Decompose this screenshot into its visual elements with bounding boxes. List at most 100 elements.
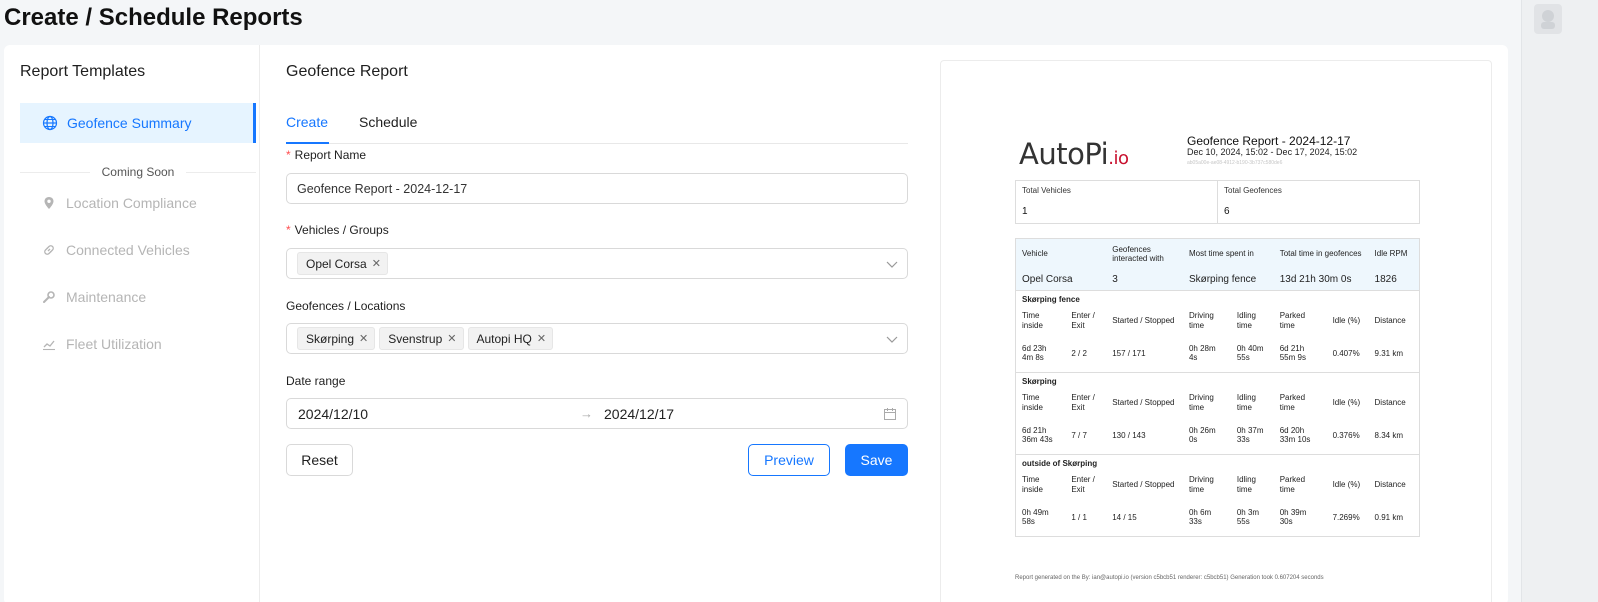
column-header: Vehicle bbox=[1022, 249, 1048, 259]
close-icon[interactable]: ✕ bbox=[447, 332, 456, 345]
group-column-header: Distance bbox=[1374, 315, 1406, 325]
globe-icon bbox=[42, 115, 58, 131]
group-column-header: Parked time bbox=[1279, 393, 1306, 412]
page-title: Create / Schedule Reports bbox=[4, 4, 303, 31]
table-row: 6d 23h 4m 8s 2 / 2 157 / 171 0h 28m 4s 0h 40… bbox=[1015, 334, 1420, 373]
table-cell: 6d 20h 33m 10s bbox=[1273, 416, 1327, 455]
table-cell: 0h 26m 0s bbox=[1182, 416, 1231, 455]
coming-soon-divider: Coming Soon bbox=[20, 161, 256, 183]
group-column-header: Enter / Exit bbox=[1071, 393, 1095, 412]
end-date-input[interactable]: 2024/12/17 bbox=[604, 406, 674, 422]
table-cell: 6d 21h 55m 9s bbox=[1273, 334, 1327, 373]
report-tabs: Create Schedule bbox=[286, 103, 908, 144]
table-cell: 0h 3m 55s bbox=[1230, 498, 1274, 537]
table-cell: 0h 37m 33s bbox=[1230, 416, 1274, 455]
sidebar-item-fleet-utilization: Fleet Utilization bbox=[42, 333, 162, 355]
group-column-header: Parked time bbox=[1279, 311, 1306, 330]
save-button[interactable]: Save bbox=[845, 444, 908, 476]
table-cell: 7.269% bbox=[1326, 498, 1369, 537]
table-cell: 0h 6m 33s bbox=[1182, 498, 1231, 537]
tab-schedule[interactable]: Schedule bbox=[359, 114, 417, 130]
close-icon[interactable]: ✕ bbox=[359, 332, 368, 345]
table-cell: 0h 49m 58s bbox=[1015, 498, 1066, 537]
vehicles-select[interactable]: Opel Corsa ✕ bbox=[286, 248, 908, 279]
date-range-label: Date range bbox=[286, 374, 346, 388]
column-header: Idle RPM bbox=[1374, 249, 1408, 259]
geofence-group-name: Skørping bbox=[1022, 377, 1057, 387]
group-column-header: Started / Stopped bbox=[1112, 479, 1175, 489]
wrench-icon bbox=[43, 291, 55, 303]
sidebar-item-connected-vehicles: Connected Vehicles bbox=[42, 239, 190, 261]
report-name-input[interactable]: Geofence Report - 2024-12-17 bbox=[286, 173, 908, 204]
group-column-header: Driving time bbox=[1188, 475, 1214, 494]
geofence-tag: Autopi HQ ✕ bbox=[467, 327, 554, 350]
geofence-group-header-row: Time inside Enter / Exit Started / Stopped… bbox=[1016, 389, 1420, 417]
table-cell: 9.31 km bbox=[1368, 334, 1420, 373]
column-header: Geofences interacted with bbox=[1112, 244, 1164, 263]
geofence-tag: Skørping ✕ bbox=[297, 327, 376, 350]
link-icon bbox=[44, 245, 54, 255]
table-row: 0h 49m 58s 1 / 1 14 / 15 0h 6m 33s 0h 3m 55s… bbox=[1015, 498, 1420, 537]
table-cell: 7 / 7 bbox=[1065, 416, 1107, 455]
report-title: Geofence Report - 2024-12-17 bbox=[1187, 134, 1351, 148]
preview-button[interactable]: Preview bbox=[748, 444, 830, 476]
map-pin-icon bbox=[44, 197, 54, 209]
group-column-header: Idling time bbox=[1236, 311, 1256, 330]
group-column-header: Distance bbox=[1374, 479, 1406, 489]
table-header-row: Vehicle Geofences interacted with Most t… bbox=[1015, 238, 1420, 269]
group-column-header: Time inside bbox=[1022, 311, 1043, 330]
table-cell: 0.376% bbox=[1326, 416, 1369, 455]
table-cell: 14 / 15 bbox=[1106, 498, 1183, 537]
table-cell: 0.407% bbox=[1326, 334, 1369, 373]
avatar[interactable] bbox=[1534, 4, 1562, 34]
sidebar-item-geofence-summary[interactable]: Geofence Summary bbox=[20, 103, 256, 143]
group-column-header: Distance bbox=[1374, 397, 1406, 407]
table-cell: 0h 40m 55s bbox=[1230, 334, 1274, 373]
geofence-group-header-row: Time inside Enter / Exit Started / Stopped… bbox=[1016, 307, 1420, 335]
date-range-picker[interactable]: 2024/12/10 → 2024/12/17 bbox=[286, 398, 908, 429]
table-cell: 1 / 1 bbox=[1065, 498, 1107, 537]
chevron-down-icon bbox=[886, 336, 898, 343]
geofence-group-header-row: Time inside Enter / Exit Started / Stopped… bbox=[1016, 471, 1420, 499]
main-card: Report Templates Geofence Summary Coming… bbox=[4, 45, 1508, 602]
reset-button[interactable]: Reset bbox=[286, 444, 353, 476]
coming-soon-label: Coming Soon bbox=[101, 165, 175, 179]
sidebar-item-label: Maintenance bbox=[66, 289, 147, 305]
close-icon[interactable]: ✕ bbox=[537, 332, 546, 345]
sidebar-title: Report Templates bbox=[20, 63, 146, 80]
close-icon[interactable]: ✕ bbox=[372, 257, 381, 270]
required-marker: * bbox=[286, 148, 291, 162]
group-column-header: Idle (%) bbox=[1332, 479, 1361, 489]
report-templates-sidebar: Report Templates Geofence Summary Coming… bbox=[4, 45, 260, 602]
report-date-range: Dec 10, 2024, 15:02 - Dec 17, 2024, 15:0… bbox=[1187, 147, 1358, 157]
user-avatar-icon bbox=[1541, 10, 1555, 29]
group-column-header: Driving time bbox=[1188, 311, 1214, 330]
table-cell: 157 / 171 bbox=[1106, 334, 1183, 373]
geofences-label: Geofences / Locations bbox=[286, 299, 406, 313]
start-date-input[interactable]: 2024/12/10 bbox=[298, 406, 368, 422]
sidebar-item-label: Location Compliance bbox=[66, 195, 197, 211]
vehicles-label: * Vehicles / Groups bbox=[286, 223, 389, 237]
sidebar-item-label: Geofence Summary bbox=[67, 115, 192, 131]
column-header: Total time in geofences bbox=[1279, 249, 1362, 259]
autopi-logo: AutoPi.io bbox=[1019, 137, 1129, 171]
geofence-tag: Svenstrup ✕ bbox=[379, 327, 464, 350]
report-name-label: * Report Name bbox=[286, 148, 367, 162]
table-cell: 0h 39m 30s bbox=[1273, 498, 1327, 537]
report-table: Vehicle Geofences interacted with Most t… bbox=[1015, 238, 1420, 537]
table-cell: 0.91 km bbox=[1368, 498, 1420, 537]
calendar-icon bbox=[884, 408, 896, 420]
group-column-header: Time inside bbox=[1022, 393, 1043, 412]
sidebar-item-label: Connected Vehicles bbox=[66, 242, 190, 258]
sidebar-item-maintenance: Maintenance bbox=[42, 286, 146, 308]
summary-total-geofences: Total Geofences 6 bbox=[1217, 181, 1419, 223]
required-marker: * bbox=[286, 223, 291, 237]
report-name-value: Geofence Report - 2024-12-17 bbox=[297, 181, 468, 196]
group-column-header: Idling time bbox=[1236, 475, 1256, 494]
table-cell: 0h 28m 4s bbox=[1182, 334, 1231, 373]
geofences-select[interactable]: Skørping ✕ Svenstrup ✕ Autopi HQ ✕ bbox=[286, 323, 908, 354]
active-tab-indicator bbox=[286, 142, 329, 144]
table-cell: 6d 21h 36m 43s bbox=[1015, 416, 1066, 455]
tab-create[interactable]: Create bbox=[286, 114, 328, 130]
chevron-down-icon bbox=[886, 261, 898, 268]
